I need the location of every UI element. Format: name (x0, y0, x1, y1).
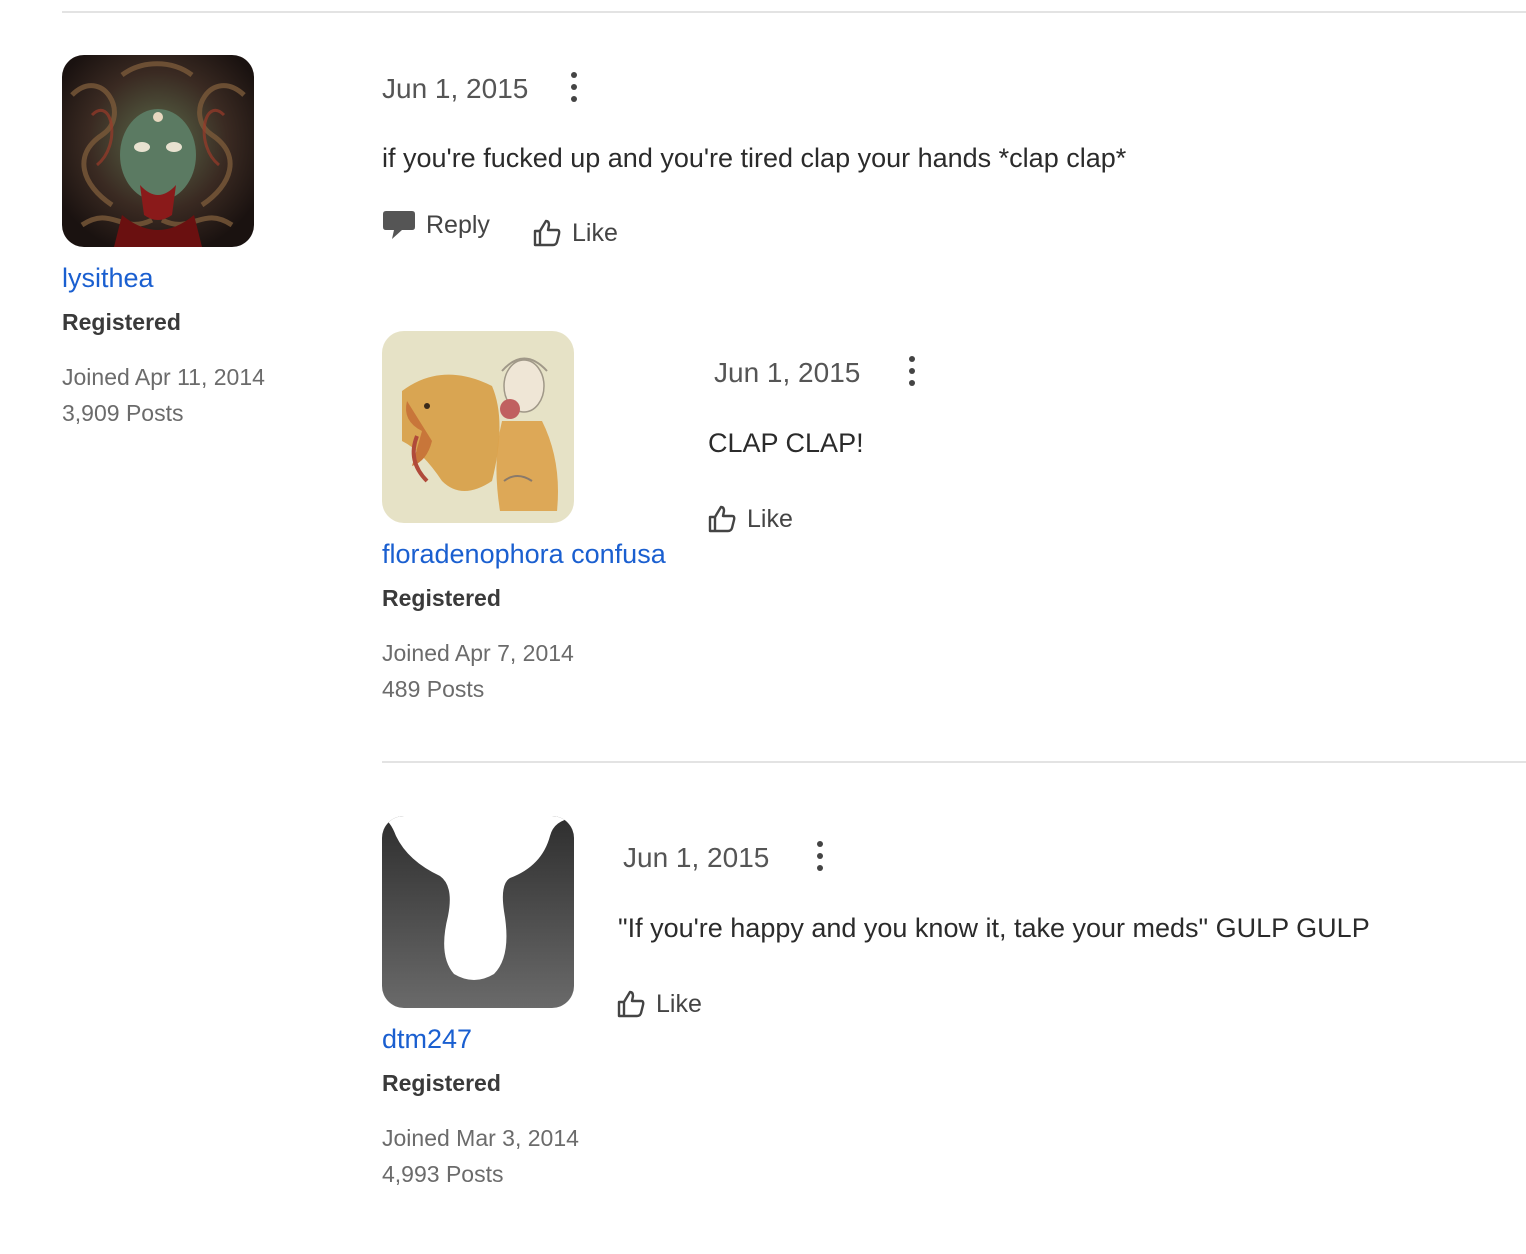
user-avatar[interactable] (62, 55, 254, 247)
like-label: Like (572, 218, 618, 247)
post-count: 4,993 Posts (382, 1161, 504, 1187)
post-date[interactable]: Jun 1, 2015 (623, 842, 769, 874)
more-options-icon[interactable] (902, 352, 922, 390)
user-avatar[interactable] (382, 816, 574, 1008)
post-body: CLAP CLAP! (708, 428, 864, 458)
reply-label: Reply (426, 210, 490, 239)
more-options-icon[interactable] (810, 837, 830, 875)
like-button[interactable]: Like (616, 989, 702, 1019)
speech-bubble-icon (383, 211, 415, 239)
user-role: Registered (62, 309, 181, 335)
like-button[interactable]: Like (532, 218, 618, 248)
user-role: Registered (382, 585, 501, 611)
medusa-avatar-image (62, 55, 254, 247)
thumbs-up-icon (708, 505, 736, 533)
like-label: Like (656, 989, 702, 1018)
like-button[interactable]: Like (707, 504, 793, 534)
thumbs-up-icon (617, 990, 645, 1018)
post-date[interactable]: Jun 1, 2015 (714, 357, 860, 389)
more-options-icon[interactable] (564, 68, 584, 106)
silhouette-avatar-image (382, 816, 574, 1008)
user-meta: Joined Apr 11, 2014 3,909 Posts (62, 359, 265, 431)
join-date: Joined Apr 11, 2014 (62, 364, 265, 390)
post-date[interactable]: Jun 1, 2015 (382, 73, 528, 105)
user-role: Registered (382, 1070, 501, 1096)
user-avatar[interactable] (382, 331, 574, 523)
username-link[interactable]: floradenophora confusa (382, 539, 666, 570)
user-meta: Joined Apr 7, 2014 489 Posts (382, 635, 574, 707)
reply-divider (382, 761, 1526, 763)
post-body: if you're fucked up and you're tired cla… (382, 143, 1127, 173)
join-date: Joined Apr 7, 2014 (382, 640, 574, 666)
reply-button[interactable]: Reply (382, 209, 490, 241)
post-count: 3,909 Posts (62, 400, 184, 426)
top-divider (62, 11, 1526, 13)
user-meta: Joined Mar 3, 2014 4,993 Posts (382, 1120, 579, 1192)
post-count: 489 Posts (382, 676, 485, 702)
lion-and-woman-avatar-image (382, 331, 574, 523)
join-date: Joined Mar 3, 2014 (382, 1125, 579, 1151)
like-label: Like (747, 504, 793, 533)
post-body: "If you're happy and you know it, take y… (618, 913, 1370, 943)
username-link[interactable]: lysithea (62, 263, 154, 294)
username-link[interactable]: dtm247 (382, 1024, 472, 1055)
thumbs-up-icon (533, 219, 561, 247)
